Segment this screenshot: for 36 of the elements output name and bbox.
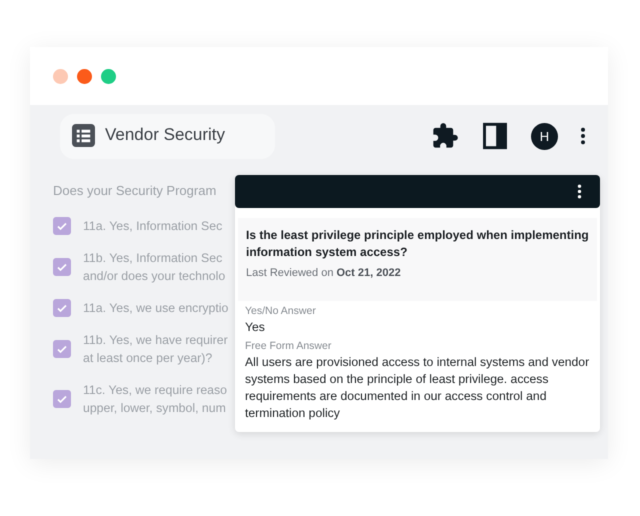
tab-title: Vendor Security [105,125,226,145]
window-control[interactable] [101,68,116,84]
check-icon [56,302,68,314]
check-icon [56,393,68,405]
window-control[interactable] [53,68,68,84]
option-text: 11c. Yes, we require reaso [83,382,228,399]
more-icon[interactable] [580,127,586,145]
option-text: at least once per year)? [83,350,214,367]
field-value: All users are provisioned access to internal systems and vendor systems based on the principle of least privilege. access requirements are documented in our access control and termination policy [245,354,590,422]
question-text: Is the least privilege principle employed when implementing information system access? [246,227,589,261]
checkbox[interactable] [53,340,71,358]
checkbox[interactable] [53,299,71,317]
sidebar-icon[interactable] [481,122,509,150]
option-text: 11a. Yes, we use encryptio [83,300,228,317]
puzzle-icon[interactable] [431,122,459,150]
tab[interactable]: Vendor Security [60,114,276,158]
more-icon[interactable] [577,184,582,199]
check-icon [56,343,68,355]
field-label: Yes/No Answer [245,305,317,317]
question-heading: Does your Security Program [53,183,216,198]
option-text: 11b. Yes, Information Sec [83,250,224,267]
check-icon [56,220,68,232]
checkbox[interactable] [53,390,71,408]
list-icon [72,124,95,146]
option-text: and/or does your technolo [83,268,226,285]
check-icon [56,261,68,273]
field-label: Free Form Answer [245,340,332,352]
checkbox[interactable] [53,258,71,276]
checkbox[interactable] [53,217,71,235]
field-value: Yes [245,319,266,336]
option-text: upper, lower, symbol, num [83,400,227,417]
window-control[interactable] [77,68,92,84]
avatar[interactable]: H [531,122,558,150]
option-text: 11b. Yes, we have requirer [83,332,228,349]
review-date: Last Reviewed on Oct 21, 2022 [246,267,402,279]
option-text: 11a. Yes, Information Sec [83,218,222,235]
